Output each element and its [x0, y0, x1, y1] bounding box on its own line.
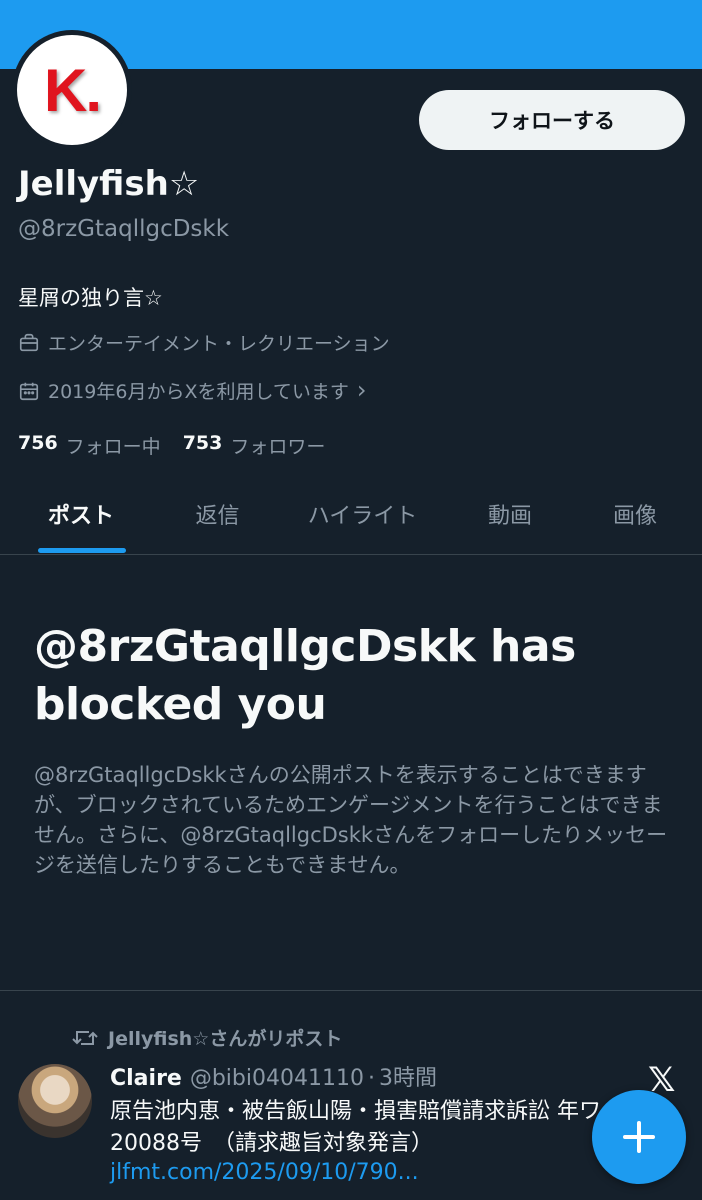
tab-highlights[interactable]: ハイライト [285, 476, 440, 552]
following-link[interactable]: 756 フォロー中 [18, 432, 161, 459]
tab-replies[interactable]: 返信 [150, 476, 285, 552]
followers-link[interactable]: 753 フォロワー [183, 432, 326, 459]
tweet-author-avatar[interactable] [18, 1064, 92, 1138]
profile-tabs: ポスト 返信 ハイライト 動画 画像 [0, 476, 702, 554]
follow-button[interactable]: フォローする [419, 90, 685, 150]
profile-name: Jellyfish☆ [18, 164, 200, 204]
tab-posts[interactable]: ポスト [0, 476, 162, 552]
followers-count: 753 [182, 432, 223, 454]
tweet-header: Claire @bibi04041110 · 3時間 [110, 1060, 437, 1092]
tweet-separator: · [367, 1066, 375, 1091]
following-count: 756 [18, 432, 58, 454]
repost-label: Jellyfish☆さんがリポスト [108, 1028, 343, 1050]
profile-avatar[interactable]: K. [12, 30, 132, 150]
category-label: エンターテイメント・レクリエーション [48, 333, 390, 355]
tweet-text: 原告池内恵・被告飯山陽・損害賠償請求訴訟 年ワ20088号 （請求趣旨対象発言） [110, 1099, 601, 1156]
tweet-author-handle[interactable]: @bibi04041110 [190, 1066, 364, 1091]
feed-divider [0, 990, 702, 991]
follow-counts: 756 フォロー中 753 フォロワー [18, 432, 347, 459]
blocked-description: @8rzGtaqllgcDskkさんの公開ポストを表示することはできますが、ブロ… [34, 763, 668, 877]
followers-label: フォロワー [230, 436, 326, 458]
tab-images[interactable]: 画像 [570, 476, 700, 552]
tweet-author-name[interactable]: Claire [110, 1066, 182, 1091]
profile-joined[interactable]: 2019年6月からXを利用しています › [18, 377, 367, 404]
plus-icon [623, 1121, 655, 1153]
active-tab-indicator [38, 548, 126, 553]
profile-category: エンターテイメント・レクリエーション [18, 329, 390, 356]
repost-icon [72, 1030, 98, 1045]
blocked-title: @8rzGtaqllgcDskk has blocked you [34, 621, 576, 730]
following-label: フォロー中 [65, 436, 161, 458]
briefcase-icon [19, 333, 39, 351]
tabs-divider [0, 554, 702, 555]
repost-indicator[interactable]: Jellyfish☆さんがリポスト [72, 1024, 342, 1051]
profile-handle: @8rzGtaqllgcDskk [18, 216, 230, 242]
profile-bio: 星屑の独り言☆ [18, 286, 163, 310]
compose-button[interactable] [592, 1090, 686, 1184]
tab-videos[interactable]: 動画 [445, 476, 575, 552]
tweet-link[interactable]: jlfmt.com/2025/09/10/790... [110, 1160, 419, 1185]
tweet-time[interactable]: 3時間 [379, 1060, 437, 1092]
calendar-icon [19, 382, 39, 400]
chevron-right-icon: › [356, 376, 367, 404]
joined-label: 2019年6月からXを利用しています [48, 381, 349, 403]
avatar-logo: K. [17, 35, 127, 145]
